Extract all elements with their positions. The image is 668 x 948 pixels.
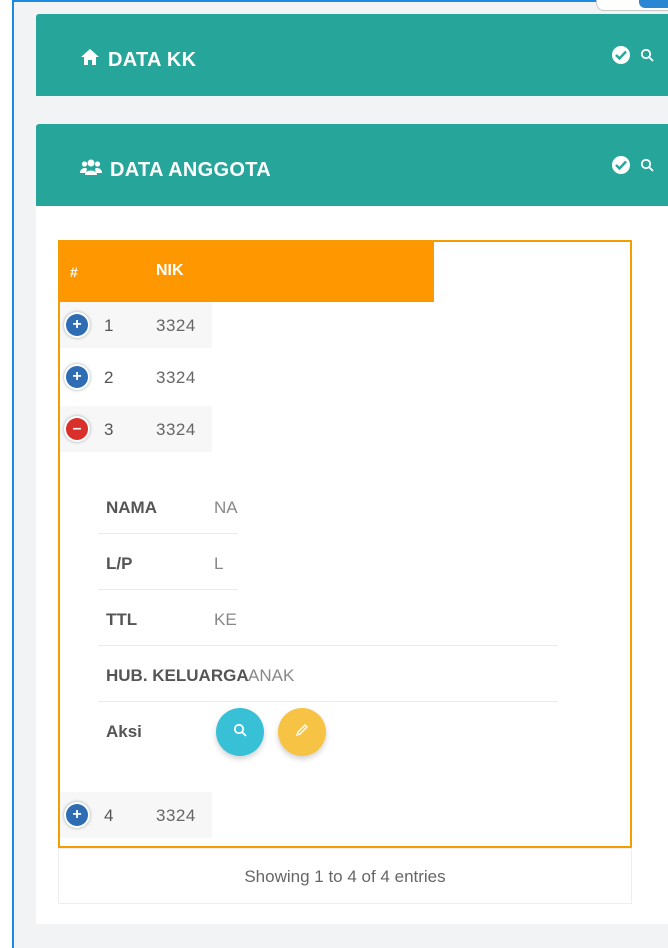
divider: [98, 646, 558, 702]
collapse-row-icon[interactable]: –: [66, 418, 88, 440]
search-icon[interactable]: [640, 158, 654, 172]
edit-button[interactable]: [278, 708, 326, 756]
table-row[interactable]: + 1 3324: [60, 302, 434, 348]
panel-header-data-anggota[interactable]: DATA ANGGOTA: [36, 124, 668, 206]
row-nik: 3324: [156, 806, 196, 825]
divider: [98, 478, 238, 534]
row-nik: 3324: [156, 420, 196, 439]
table-info: Showing 1 to 4 of 4 entries: [58, 848, 632, 904]
panel-header-data-kk[interactable]: DATA KK: [36, 14, 668, 96]
row-number: 1: [104, 316, 114, 335]
row-number: 4: [104, 806, 114, 825]
column-header-number[interactable]: #: [70, 264, 78, 280]
panel-body-data-anggota: # NIK + 1 3324 + 2 3324 – 3 3324 NAMA NA: [36, 206, 668, 924]
table-row[interactable]: – 3 3324: [60, 406, 434, 452]
row-nik: 3324: [156, 316, 196, 335]
panel-title-data-anggota: DATA ANGGOTA: [80, 158, 271, 182]
expand-row-icon[interactable]: +: [66, 804, 88, 826]
table-row[interactable]: + 2 3324: [60, 354, 434, 400]
divider: [98, 590, 558, 646]
redacted-area: [240, 480, 440, 534]
redacted-area: [212, 406, 434, 452]
redacted-area: [212, 792, 434, 838]
search-icon: [233, 723, 247, 742]
home-icon: [80, 48, 108, 72]
users-icon: [80, 158, 110, 182]
redacted-area: [212, 302, 434, 348]
detail-label-aksi: Aksi: [106, 722, 142, 741]
panel-title-text: DATA KK: [108, 48, 197, 71]
window-corner: [596, 0, 668, 11]
panel-title-data-kk: DATA KK: [80, 48, 196, 72]
row-number: 2: [104, 368, 114, 387]
pencil-icon: [295, 723, 309, 742]
row-detail: NAMA NA L/P L TTL KE HUB. KELUARGA ANAK …: [60, 460, 634, 790]
panel-tools: [612, 156, 654, 174]
redacted-area: [240, 536, 440, 590]
panel-title-text: DATA ANGGOTA: [110, 158, 271, 181]
expand-row-icon[interactable]: +: [66, 314, 88, 336]
row-nik: 3324: [156, 368, 196, 387]
expand-row-icon[interactable]: +: [66, 366, 88, 388]
check-circle-icon[interactable]: [612, 46, 630, 64]
table-header: # NIK: [60, 242, 434, 302]
panel-tools: [612, 46, 654, 64]
row-number: 3: [104, 420, 114, 439]
column-header-nik[interactable]: NIK: [156, 262, 184, 280]
divider: [98, 534, 238, 590]
table-row[interactable]: + 4 3324: [60, 792, 434, 838]
view-button[interactable]: [216, 708, 264, 756]
search-icon[interactable]: [640, 48, 654, 62]
check-circle-icon[interactable]: [612, 156, 630, 174]
redacted-area: [212, 354, 434, 400]
members-table: # NIK + 1 3324 + 2 3324 – 3 3324 NAMA NA: [58, 240, 632, 848]
